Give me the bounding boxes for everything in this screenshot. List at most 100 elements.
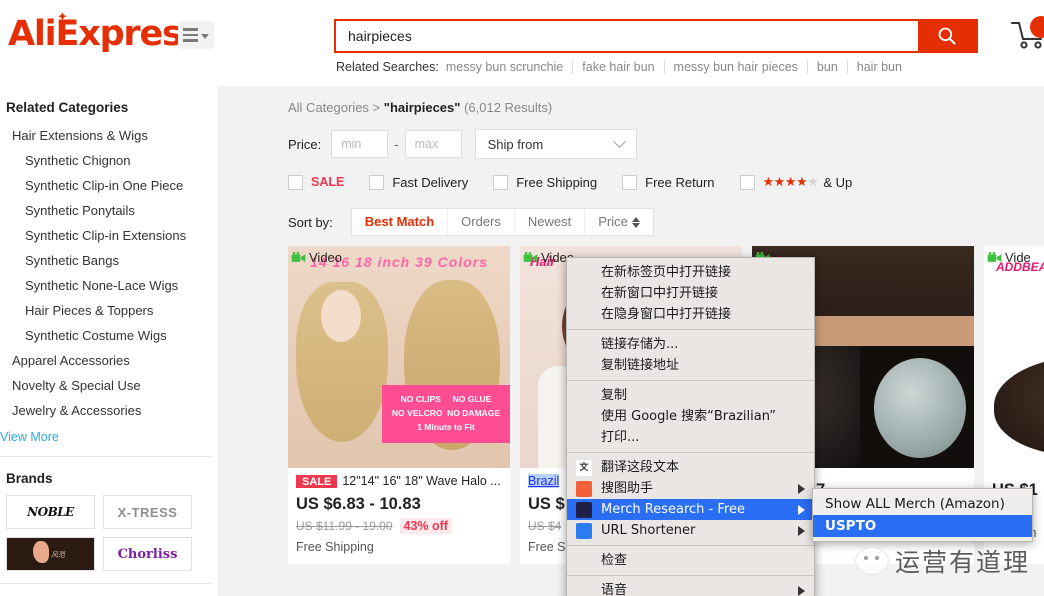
search-bar[interactable] (334, 19, 978, 53)
video-badge-label-1: Video (309, 250, 342, 265)
checkbox-rating[interactable] (740, 175, 755, 190)
wechat-watermark: 运营有道理 (855, 543, 1030, 579)
context-menu-item-translate[interactable]: 文 翻译这段文本 (567, 457, 814, 478)
context-menu-item-translate-label: 翻译这段文本 (601, 460, 679, 475)
product-title-text-1: 12"14" 16" 18" Wave Halo ... (342, 474, 500, 488)
product-image-4[interactable]: ADDBEA (984, 246, 1044, 468)
hamburger-icon[interactable] (178, 21, 214, 49)
sidebar-item-jewelry-accessories[interactable]: Jewelry & Accessories (0, 398, 218, 423)
context-menu-item-speech-label: 语音 (601, 583, 627, 596)
sidebar-item-hair-pieces-toppers[interactable]: Hair Pieces & Toppers (0, 298, 218, 323)
filter-rating[interactable]: ★★★★★ & Up (740, 174, 853, 190)
sidebar-item-hair-extensions-wigs[interactable]: Hair Extensions & Wigs (0, 123, 218, 148)
sparkle-icon: ✦ (57, 10, 67, 25)
filter-free-return[interactable]: Free Return (622, 175, 714, 190)
search-button[interactable] (918, 21, 976, 51)
price-max-input[interactable] (405, 130, 462, 158)
context-menu[interactable]: 在新标签页中打开链接 在新窗口中打开链接 在隐身窗口中打开链接 链接存储为...… (566, 257, 815, 596)
sidebar-item-synthetic-bangs[interactable]: Synthetic Bangs (0, 248, 218, 273)
context-menu-item-image-search[interactable]: 搜图助手 (567, 478, 814, 499)
shopping-cart-icon (1010, 20, 1044, 52)
filter-free-shipping[interactable]: Free Shipping (493, 175, 597, 190)
view-more-link[interactable]: View More (0, 423, 218, 444)
chevron-down-icon (613, 135, 626, 148)
filter-free-shipping-label: Free Shipping (516, 175, 597, 190)
checkbox-sale[interactable] (288, 175, 303, 190)
brand-noble[interactable]: NOBLE (6, 495, 95, 529)
results-count: (6,012 Results) (464, 100, 552, 115)
brand-chorliss[interactable]: Chorliss (103, 537, 192, 571)
submenu-item-uspto[interactable]: USPTO (813, 515, 1032, 537)
sort-orders[interactable]: Orders (447, 209, 514, 235)
product-title-1[interactable]: SALE12"14" 16" 18" Wave Halo ... (296, 474, 502, 488)
context-menu-item-inspect[interactable]: 检查 (567, 550, 814, 571)
sidebar-item-synthetic-clip-in-extensions[interactable]: Synthetic Clip-in Extensions (0, 223, 218, 248)
price-label: Price: (288, 137, 321, 152)
brand-chorliss-label: Chorliss (118, 547, 178, 562)
breadcrumb-query: "hairpieces" (384, 100, 461, 115)
context-menu-item-save-link-as[interactable]: 链接存储为... (567, 334, 814, 355)
related-search-3[interactable]: bun (807, 60, 847, 74)
merch-research-submenu[interactable]: Show ALL Merch (Amazon) USPTO (812, 488, 1033, 542)
context-menu-item-open-new-tab[interactable]: 在新标签页中打开链接 (567, 262, 814, 283)
filter-fast-delivery[interactable]: Fast Delivery (369, 175, 468, 190)
video-icon (523, 251, 538, 264)
sort-newest[interactable]: Newest (514, 209, 584, 235)
filter-sale[interactable]: SALE (288, 175, 344, 190)
product-card-1[interactable]: Video 14 16 18 inch 39 Colors NO CLIPS N… (288, 246, 510, 564)
submenu-item-show-all-merch[interactable]: Show ALL Merch (Amazon) (813, 493, 1032, 515)
rating-stars-icon: ★★★★★ (763, 174, 819, 190)
context-menu-separator-1 (567, 329, 814, 330)
checkbox-free-return[interactable] (622, 175, 637, 190)
checkbox-fast-delivery[interactable] (369, 175, 384, 190)
sidebar-item-synthetic-ponytails[interactable]: Synthetic Ponytails (0, 198, 218, 223)
aliexpress-logo[interactable]: AliExpress ✦ (8, 14, 201, 54)
search-input[interactable] (336, 21, 918, 51)
sidebar-item-apparel-accessories[interactable]: Apparel Accessories (0, 348, 218, 373)
filter-free-return-label: Free Return (645, 175, 714, 190)
context-menu-item-url-shortener[interactable]: URL Shortener (567, 520, 814, 541)
brand-dark-logo[interactable]: 风范 (6, 537, 95, 571)
context-menu-item-speech[interactable]: 语音 (567, 580, 814, 596)
merch-research-icon (576, 502, 592, 518)
ship-from-dropdown[interactable]: Ship from (475, 129, 637, 159)
breadcrumb-root[interactable]: All Categories (288, 100, 369, 115)
context-menu-item-copy[interactable]: 复制 (567, 385, 814, 406)
sort-price-label: Price (598, 209, 628, 235)
sidebar-item-synthetic-costume-wigs[interactable]: Synthetic Costume Wigs (0, 323, 218, 348)
checkbox-filter-row: SALE Fast Delivery Free Shipping Free Re… (288, 174, 1044, 190)
sidebar-item-synthetic-chignon[interactable]: Synthetic Chignon (0, 148, 218, 173)
related-categories-title: Related Categories (0, 100, 218, 123)
related-search-2[interactable]: messy bun hair pieces (664, 60, 807, 74)
sidebar-divider-2 (0, 583, 212, 584)
context-menu-item-print[interactable]: 打印... (567, 427, 814, 448)
sort-label: Sort by: (288, 215, 333, 230)
related-search-4[interactable]: hair bun (847, 60, 911, 74)
video-badge-1: Video (291, 250, 342, 265)
brand-x-tress[interactable]: X-TRESS (103, 495, 192, 529)
sidebar-item-novelty-special-use[interactable]: Novelty & Special Use (0, 373, 218, 398)
product-price-1: US $6.83 - 10.83 (296, 495, 502, 514)
sort-best-match[interactable]: Best Match (352, 209, 447, 235)
cart-button[interactable] (1010, 16, 1044, 56)
sidebar-item-synthetic-none-lace-wigs[interactable]: Synthetic None-Lace Wigs (0, 273, 218, 298)
price-range-dash: - (394, 137, 398, 152)
brands-grid: NOBLE X-TRESS 风范 Chorliss (0, 495, 200, 571)
context-menu-item-open-new-window[interactable]: 在新窗口中打开链接 (567, 283, 814, 304)
product-image-1[interactable]: 14 16 18 inch 39 Colors NO CLIPS NO GLUE… (288, 246, 510, 468)
sidebar-item-synthetic-clip-in-one-piece[interactable]: Synthetic Clip-in One Piece (0, 173, 218, 198)
product-old-price-2: US $4 (528, 519, 561, 533)
filter-fast-delivery-label: Fast Delivery (392, 175, 468, 190)
context-menu-item-open-incognito[interactable]: 在隐身窗口中打开链接 (567, 304, 814, 325)
sort-price[interactable]: Price (584, 209, 653, 235)
context-menu-item-merch-research[interactable]: Merch Research - Free (567, 499, 814, 520)
related-search-0[interactable]: messy bun scrunchie (446, 60, 572, 74)
price-min-input[interactable] (331, 130, 388, 158)
context-menu-item-google-search[interactable]: 使用 Google 搜索“Brazilian” (567, 406, 814, 427)
checkbox-free-shipping[interactable] (493, 175, 508, 190)
sort-arrows-icon (632, 217, 640, 228)
context-menu-item-copy-link-address[interactable]: 复制链接地址 (567, 355, 814, 376)
product-old-price-1: US $11.99 - 19.00 (296, 519, 393, 533)
related-search-1[interactable]: fake hair bun (572, 60, 663, 74)
filter-bar: Price: - Ship from SALE Fast Delivery (218, 115, 1044, 236)
